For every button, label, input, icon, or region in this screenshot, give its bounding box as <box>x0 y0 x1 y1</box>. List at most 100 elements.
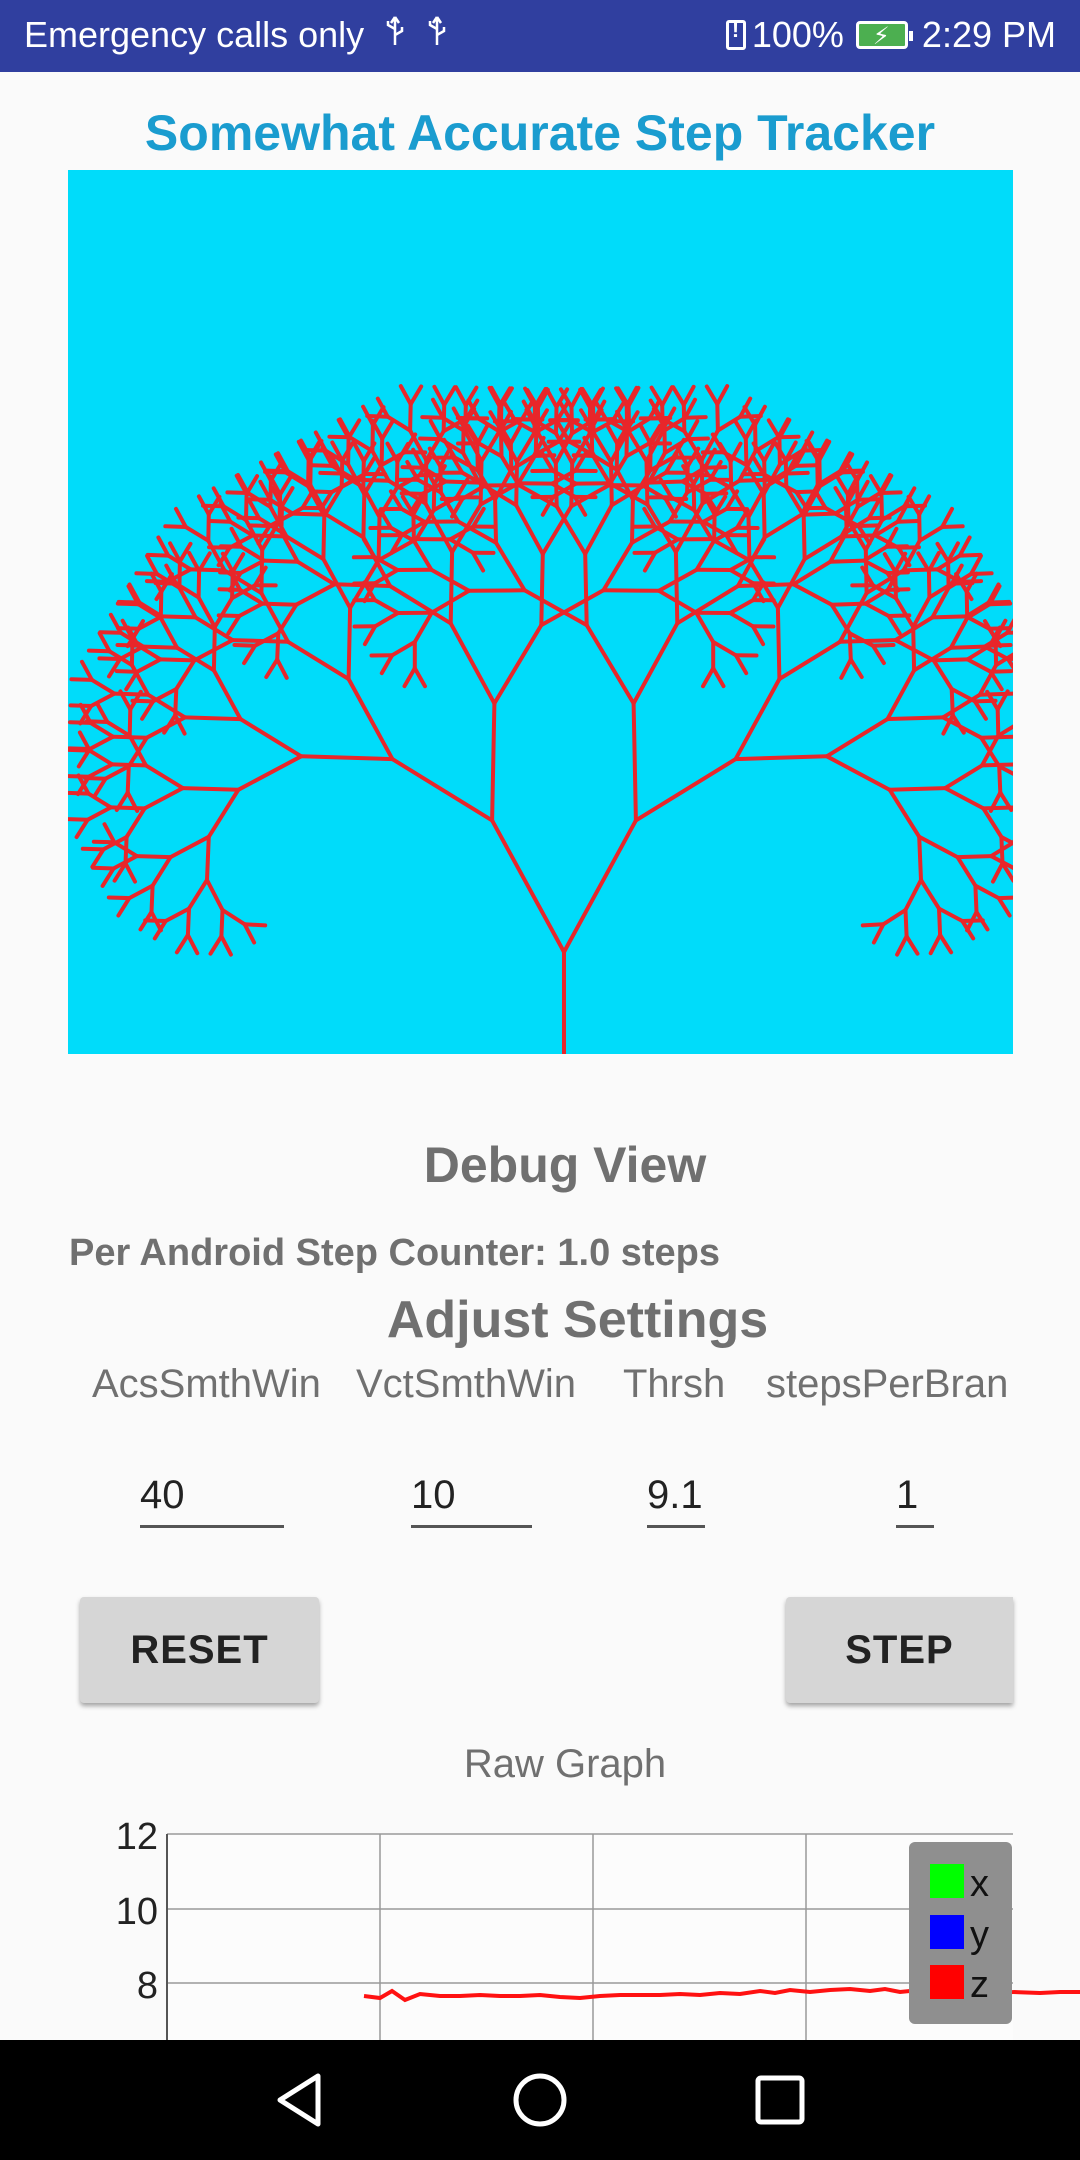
tree-branch <box>904 934 920 956</box>
steps-per-branch-input[interactable] <box>896 1465 934 1528</box>
tree-branch <box>539 551 545 628</box>
tree-branch <box>660 385 674 408</box>
tree-branch <box>187 878 209 911</box>
tree-branch <box>265 468 290 474</box>
tree-branch <box>299 754 395 762</box>
tree-branch <box>211 668 243 722</box>
tree-branch <box>917 834 960 860</box>
battery-icon: ⚡ <box>855 21 913 50</box>
tree-branch <box>137 600 164 619</box>
tree-branch <box>242 922 268 928</box>
tree-branch <box>895 934 909 957</box>
tree-branch <box>733 419 748 441</box>
tree-branch <box>703 465 728 470</box>
tree-branch <box>955 855 978 888</box>
tree-branch <box>114 669 140 674</box>
reset-button[interactable]: RESET <box>80 1597 319 1703</box>
home-icon[interactable] <box>500 2060 580 2140</box>
recents-icon[interactable] <box>740 2060 820 2140</box>
tree-branch <box>671 385 686 407</box>
tree-branch <box>777 639 842 681</box>
tree-branch <box>286 639 351 681</box>
tree-branch <box>885 668 917 722</box>
tree-branch <box>346 436 351 467</box>
tree-branch <box>728 459 734 490</box>
tree-branch <box>408 384 424 407</box>
tree-branch <box>475 442 480 473</box>
tree-branch <box>275 657 289 680</box>
tree-branch <box>111 734 149 740</box>
tree-branch <box>949 644 987 650</box>
tree-branch <box>68 817 90 822</box>
legend-z-label: z <box>970 1964 989 2006</box>
tree-branch <box>766 418 782 440</box>
tree-branch <box>140 699 155 721</box>
tree-branch <box>260 601 299 607</box>
tree-branch <box>812 488 828 510</box>
tree-branch <box>180 786 241 792</box>
tree-branch <box>207 519 233 524</box>
tree-branch <box>492 623 544 706</box>
tree-branch <box>218 570 243 575</box>
vct-smth-win-input[interactable] <box>411 1465 532 1528</box>
tree-branch <box>911 625 917 673</box>
tree-branch <box>230 552 246 574</box>
tree-branch <box>993 636 999 667</box>
tree-branch <box>940 506 954 529</box>
tree-branch <box>856 523 882 528</box>
tree-branch <box>801 513 807 562</box>
step-button[interactable]: STEP <box>786 1597 1013 1703</box>
tree-branch <box>124 669 140 692</box>
tree-branch <box>69 677 94 682</box>
tree-branch <box>68 746 92 751</box>
tree-branch <box>791 582 834 607</box>
tree-branch <box>733 677 782 762</box>
back-icon[interactable] <box>260 2060 340 2140</box>
tree-branch <box>562 818 638 954</box>
tree-branch <box>817 457 822 489</box>
tree-branch <box>638 424 653 447</box>
tree-branch <box>158 616 179 650</box>
tree-branch <box>761 492 767 540</box>
tree-branch <box>402 666 417 689</box>
tree-branch <box>308 483 329 517</box>
acs-smth-win-input[interactable] <box>140 1465 284 1528</box>
tree-branch <box>308 456 313 487</box>
tree-branch <box>163 906 191 923</box>
tree-branch <box>290 511 329 517</box>
tree-branch <box>839 657 853 680</box>
tree-branch <box>931 658 954 691</box>
tree-branch <box>206 787 241 839</box>
tree-branches <box>68 384 1013 1054</box>
tree-branch <box>346 677 395 762</box>
tree-branch <box>605 423 620 446</box>
tree-branch <box>711 640 738 658</box>
tree-branch <box>242 922 257 945</box>
tree-branch <box>398 384 413 407</box>
tree-branch <box>965 602 992 620</box>
tree-branch <box>928 933 943 956</box>
tree-branch <box>522 588 589 628</box>
raw-graph: 12 10 8 x y z <box>0 1820 1080 2040</box>
legend-z-swatch <box>930 1965 964 1999</box>
tree-branch <box>694 610 716 644</box>
tree-branch <box>569 387 584 409</box>
tree-branch <box>887 786 948 792</box>
carrier-text: Emergency calls only <box>24 14 365 55</box>
tree-branch <box>750 624 766 647</box>
tree-branch <box>144 579 170 584</box>
tree-branch <box>378 508 393 530</box>
thrsh-input[interactable] <box>647 1465 705 1528</box>
usb-icon <box>426 14 448 56</box>
tree-branch <box>83 776 108 781</box>
tree-branch <box>183 525 211 543</box>
tree-branch <box>443 479 482 485</box>
tree-branch <box>973 699 988 721</box>
tree-branch <box>868 474 884 496</box>
tree-branch <box>149 883 155 914</box>
tree-branch <box>259 547 265 596</box>
tree-branch <box>903 908 909 939</box>
tree-branch <box>882 552 898 574</box>
navigation-bar <box>0 2040 1080 2160</box>
tree-branch <box>80 846 106 852</box>
